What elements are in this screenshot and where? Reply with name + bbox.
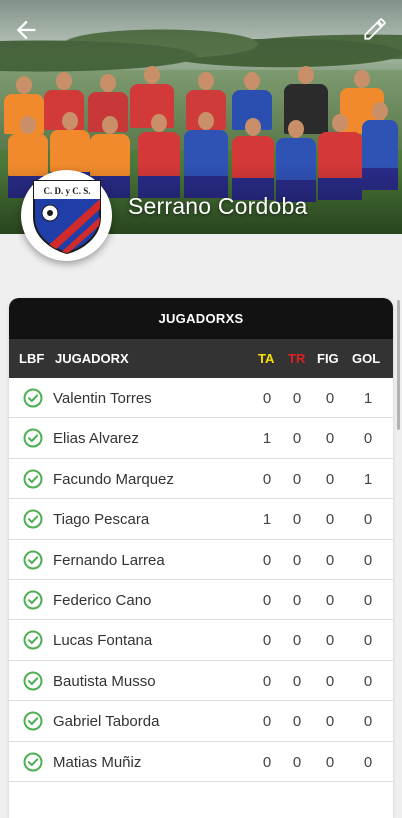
- player-ta: 0: [262, 672, 272, 690]
- player-ta: 0: [262, 632, 272, 650]
- player-gol: 0: [363, 713, 373, 731]
- check-circle-icon[interactable]: [23, 428, 43, 448]
- player-name[interactable]: Gabriel Taborda: [53, 713, 159, 730]
- check-circle-icon[interactable]: [23, 630, 43, 650]
- player-ta: 0: [262, 470, 272, 488]
- players-table-header: LBF JUGADORX TA TR FIG GOL: [9, 339, 393, 378]
- crest-text: C. D. y C. S.: [43, 186, 90, 196]
- player-fig: 0: [325, 672, 335, 690]
- player-ta: 0: [262, 753, 272, 771]
- table-row[interactable]: Matias Muñiz 0 0 0 0: [9, 742, 393, 782]
- player-tr: 0: [292, 551, 302, 569]
- check-circle-icon[interactable]: [23, 509, 43, 529]
- col-header-ta[interactable]: TA: [258, 351, 274, 366]
- player-name[interactable]: Matias Muñiz: [53, 754, 141, 771]
- player-gol: 0: [363, 430, 373, 448]
- arrow-left-icon: [16, 20, 36, 40]
- player-tr: 0: [292, 470, 302, 488]
- player-fig: 0: [325, 430, 335, 448]
- player-fig: 0: [325, 511, 335, 529]
- player-tr: 0: [292, 753, 302, 771]
- player-fig: 0: [325, 551, 335, 569]
- player-name[interactable]: Valentin Torres: [53, 390, 152, 407]
- check-circle-icon[interactable]: [23, 469, 43, 489]
- player-fig: 0: [325, 713, 335, 731]
- player-tr: 0: [292, 713, 302, 731]
- player-gol: 1: [363, 470, 373, 488]
- player-name[interactable]: Lucas Fontana: [53, 632, 152, 649]
- player-ta: 0: [262, 551, 272, 569]
- player-fig: 0: [325, 632, 335, 650]
- player-gol: 0: [363, 753, 373, 771]
- check-circle-icon[interactable]: [23, 671, 43, 691]
- players-card: JUGADORXS LBF JUGADORX TA TR FIG GOL Val…: [9, 298, 393, 818]
- player-fig: 0: [325, 591, 335, 609]
- player-tr: 0: [292, 390, 302, 407]
- check-circle-icon[interactable]: [23, 590, 43, 610]
- team-name: Serrano Cordoba: [128, 193, 308, 219]
- player-ta: 1: [262, 511, 272, 529]
- table-row[interactable]: Federico Cano 0 0 0 0: [9, 580, 393, 621]
- team-badge: C. D. y C. S.: [21, 170, 112, 261]
- player-tr: 0: [292, 591, 302, 609]
- players-table-body: Valentin Torres 0 0 0 1 Elias Alvarez 1 0 0 0 Facu…: [9, 378, 393, 782]
- player-fig: 0: [325, 390, 335, 407]
- player-fig: 0: [325, 470, 335, 488]
- edit-button[interactable]: [362, 16, 388, 42]
- player-gol: 0: [363, 511, 373, 529]
- player-tr: 0: [292, 672, 302, 690]
- table-row[interactable]: Bautista Musso 0 0 0 0: [9, 661, 393, 702]
- player-gol: 0: [363, 672, 373, 690]
- player-name[interactable]: Federico Cano: [53, 592, 151, 609]
- table-row[interactable]: Tiago Pescara 1 0 0 0: [9, 499, 393, 540]
- player-tr: 0: [292, 511, 302, 529]
- player-name[interactable]: Elias Alvarez: [53, 430, 139, 447]
- check-circle-icon[interactable]: [23, 711, 43, 731]
- table-row[interactable]: Facundo Marquez 0 0 0 1: [9, 459, 393, 500]
- player-ta: 1: [262, 430, 272, 448]
- table-row[interactable]: Elias Alvarez 1 0 0 0: [9, 418, 393, 459]
- pencil-icon: [364, 18, 386, 40]
- player-gol: 0: [363, 632, 373, 650]
- table-row[interactable]: Gabriel Taborda 0 0 0 0: [9, 701, 393, 742]
- col-header-lbf[interactable]: LBF: [19, 351, 44, 366]
- col-header-gol[interactable]: GOL: [352, 351, 380, 366]
- check-circle-icon[interactable]: [23, 550, 43, 570]
- check-circle-icon[interactable]: [23, 752, 43, 772]
- player-name[interactable]: Tiago Pescara: [53, 511, 149, 528]
- table-row[interactable]: Lucas Fontana 0 0 0 0: [9, 620, 393, 661]
- player-tr: 0: [292, 430, 302, 448]
- back-button[interactable]: [12, 16, 40, 44]
- players-card-title: JUGADORXS: [9, 298, 393, 339]
- player-tr: 0: [292, 632, 302, 650]
- table-row[interactable]: Valentin Torres 0 0 0 1: [9, 378, 393, 419]
- player-ta: 0: [262, 390, 272, 407]
- player-ta: 0: [262, 713, 272, 731]
- col-header-player[interactable]: JUGADORX: [55, 351, 129, 366]
- col-header-tr[interactable]: TR: [288, 351, 305, 366]
- col-header-fig[interactable]: FIG: [317, 351, 339, 366]
- player-name[interactable]: Fernando Larrea: [53, 552, 165, 569]
- player-fig: 0: [325, 753, 335, 771]
- player-name[interactable]: Bautista Musso: [53, 673, 156, 690]
- player-name[interactable]: Facundo Marquez: [53, 471, 174, 488]
- table-row[interactable]: Fernando Larrea 0 0 0 0: [9, 540, 393, 580]
- player-ta: 0: [262, 591, 272, 609]
- player-gol: 1: [363, 390, 373, 407]
- team-crest-icon: C. D. y C. S.: [32, 179, 101, 254]
- player-gol: 0: [363, 591, 373, 609]
- check-circle-icon[interactable]: [23, 388, 43, 408]
- scrollbar[interactable]: [397, 300, 400, 430]
- player-gol: 0: [363, 551, 373, 569]
